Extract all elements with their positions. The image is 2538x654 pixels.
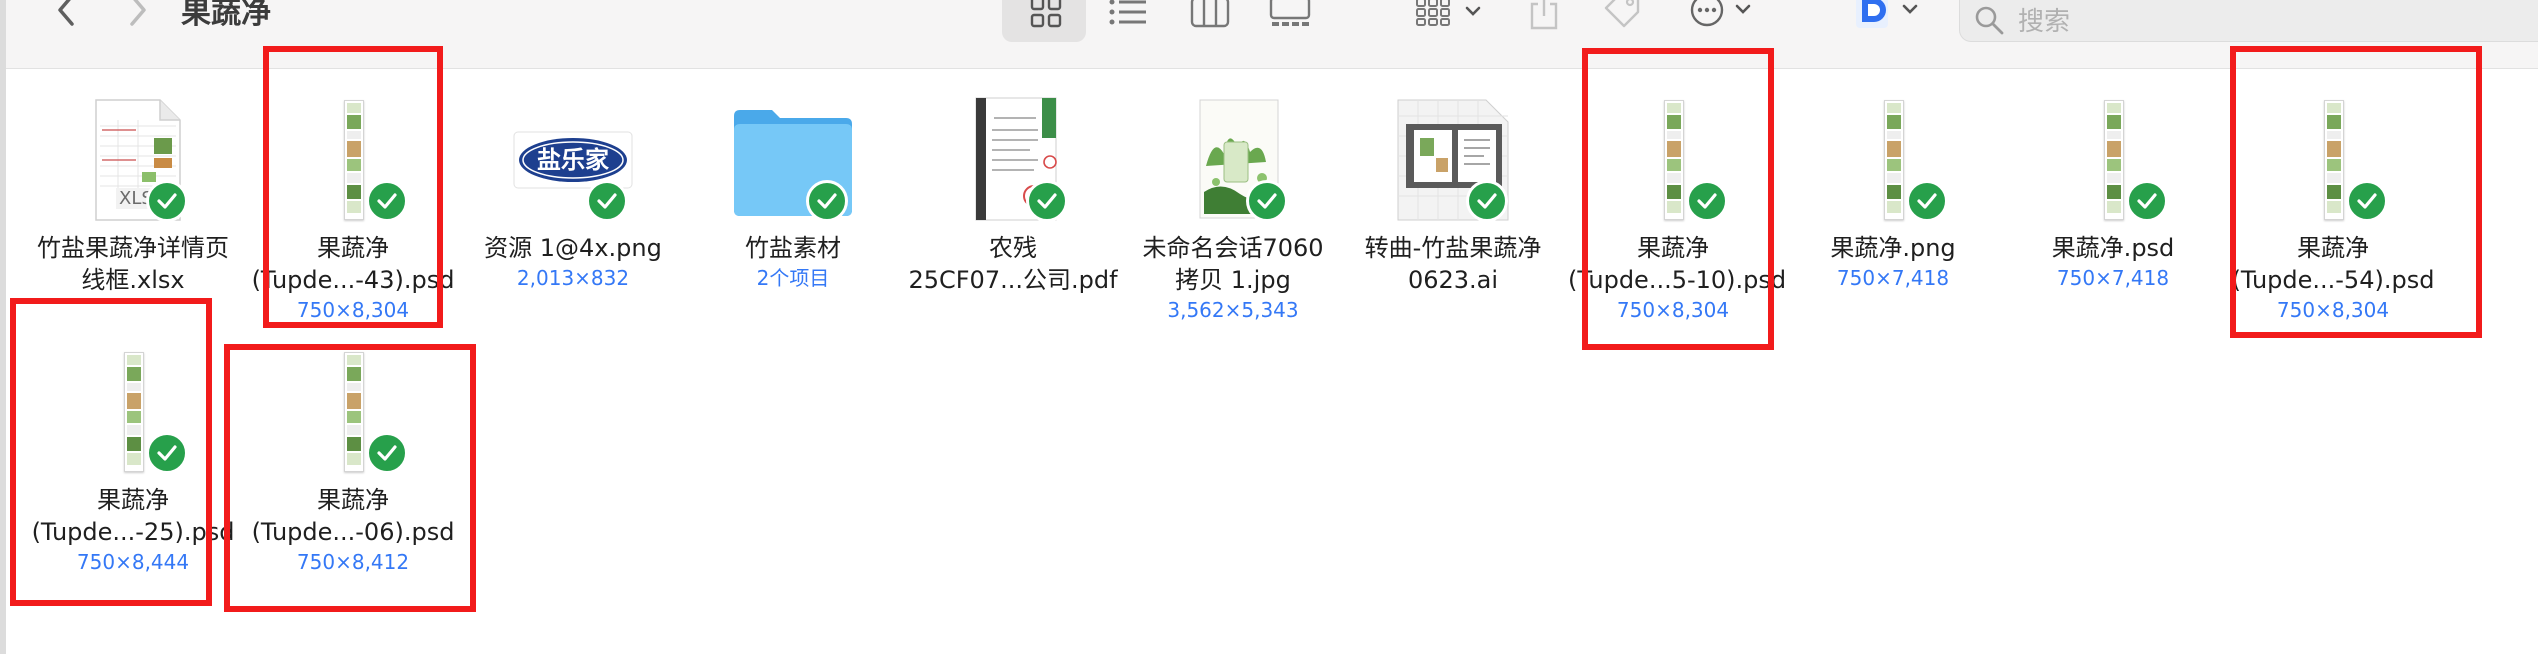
file-item[interactable]: 果蔬净.png 750×7,418	[1788, 96, 1998, 292]
sync-check-icon	[1026, 180, 1068, 222]
search-input[interactable]	[2016, 0, 2520, 38]
grid-view-icon[interactable]	[1026, 0, 1066, 32]
group-icon[interactable]	[1412, 0, 1492, 32]
tag-icon[interactable]	[1600, 0, 1644, 32]
file-item[interactable]: 未命名会话7060 拷贝 1.jpg 3,562×5,343	[1128, 96, 1338, 324]
chevron-left-icon[interactable]	[46, 0, 86, 30]
folder-item-count: 2个项目	[756, 266, 830, 290]
sync-check-icon	[1246, 180, 1288, 222]
file-dimensions: 750×7,418	[2056, 266, 2170, 290]
ai-file-icon	[1378, 96, 1528, 224]
png-file-icon: 盐乐家	[498, 96, 648, 224]
xlsx-file-icon: XLSX	[58, 96, 208, 224]
png-file-icon	[1818, 96, 1968, 224]
folder-item[interactable]: 竹盐素材 2个项目	[688, 96, 898, 292]
file-item[interactable]: 果蔬净.psd 750×7,418	[2008, 96, 2218, 292]
file-name-line: 竹盐果蔬净详情页	[37, 234, 229, 262]
folder-name: 竹盐素材	[745, 234, 841, 262]
file-item[interactable]: 盐乐家 资源 1@4x.png 2,013×832	[468, 96, 678, 292]
highlight-box	[10, 298, 212, 606]
sync-check-icon	[2126, 180, 2168, 222]
file-item[interactable]: XLSX 竹盐果蔬净详情页 线框.xlsx	[28, 96, 238, 296]
column-view-icon[interactable]	[1188, 0, 1232, 32]
ellipsis-circle-icon[interactable]	[1686, 0, 1766, 30]
highlight-box	[224, 344, 476, 612]
gallery-view-icon[interactable]	[1268, 0, 1312, 32]
sync-check-icon	[806, 180, 848, 222]
highlight-box	[263, 46, 443, 328]
file-name-line: 农残	[989, 234, 1037, 262]
file-dimensions: 750×7,418	[1836, 266, 1950, 290]
file-item[interactable]: 农残 25CF07...公司.pdf	[908, 96, 1118, 296]
file-name-line: 未命名会话7060	[1142, 234, 1324, 262]
file-name-line: 果蔬净.png	[1830, 234, 1956, 262]
file-name-line: 果蔬净.psd	[2051, 234, 2175, 262]
sync-check-icon	[1906, 180, 1948, 222]
dingtalk-doc-icon[interactable]	[1852, 0, 1932, 32]
highlight-box	[2230, 46, 2482, 338]
search-icon	[1974, 5, 2004, 39]
finder-window: 果蔬净 搜索 XLSX 竹盐果蔬净详情页 线框.xlsx 果蔬净 (Tupde.…	[0, 0, 2538, 654]
sync-check-icon	[1466, 180, 1508, 222]
file-dimensions: 3,562×5,343	[1167, 298, 1299, 322]
file-name-line: 资源 1@4x.png	[484, 234, 662, 262]
file-name-line: 25CF07...公司.pdf	[908, 266, 1118, 294]
file-dimensions: 2,013×832	[516, 266, 630, 290]
jpg-file-icon	[1158, 96, 1308, 224]
file-name-line: 0623.ai	[1407, 266, 1499, 294]
sync-check-icon	[586, 180, 628, 222]
long-page-thumbnail	[1884, 100, 1904, 220]
window-title: 果蔬净	[181, 0, 271, 31]
file-item[interactable]: 转曲-竹盐果蔬净 0623.ai	[1348, 96, 1558, 296]
psd-file-icon	[2038, 96, 2188, 224]
window-left-edge	[0, 0, 6, 654]
logo-text: 盐乐家	[537, 146, 609, 174]
file-name-line: 拷贝 1.jpg	[1175, 266, 1291, 294]
highlight-box	[1582, 48, 1774, 350]
sync-check-icon	[146, 180, 188, 222]
chevron-right-icon[interactable]	[118, 0, 158, 30]
share-icon[interactable]	[1524, 0, 1564, 32]
file-name-line: 转曲-竹盐果蔬净	[1364, 234, 1542, 262]
folder-icon	[718, 96, 868, 224]
pdf-file-icon	[938, 96, 1088, 224]
file-name-line: 线框.xlsx	[81, 266, 185, 294]
list-view-icon[interactable]	[1106, 0, 1150, 32]
long-page-thumbnail	[2104, 100, 2124, 220]
search-field[interactable]	[1959, 0, 2538, 42]
